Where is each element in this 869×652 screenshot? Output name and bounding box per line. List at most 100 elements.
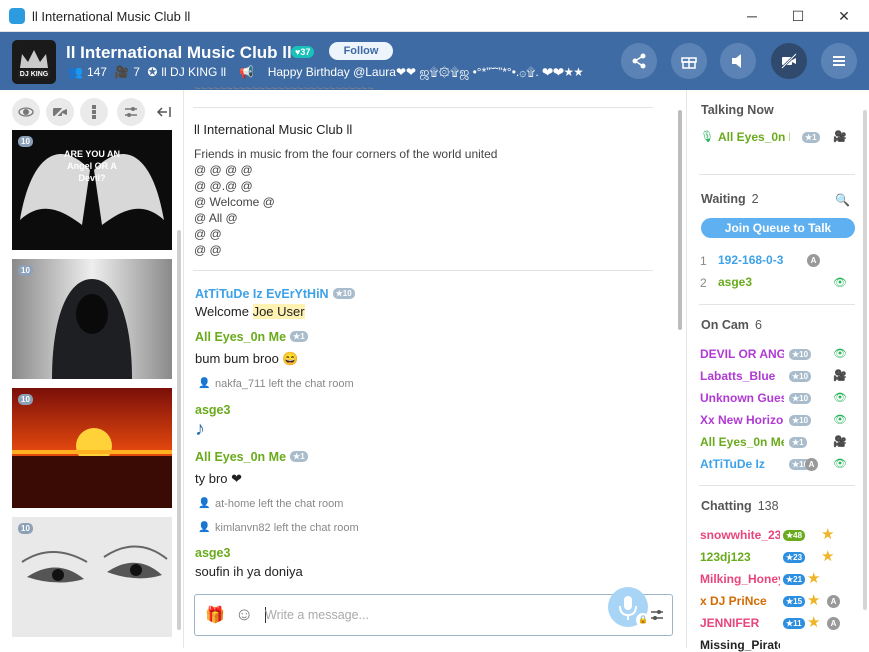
system-message: nakfa_711 left the chat room (198, 378, 354, 390)
cam-thumbnail[interactable]: 10 (12, 517, 172, 637)
message-nick[interactable]: All Eyes_0n Me ★1 (195, 450, 308, 464)
user-name: All Eyes_0n Me (700, 435, 784, 449)
minimize-button[interactable]: ─ (729, 4, 775, 28)
eyes-sketch-image (21, 545, 168, 583)
divider (699, 485, 855, 486)
room-info-title: ll International Music Club ll (194, 122, 353, 137)
cams-count: 7 (133, 65, 140, 79)
nick-text: All Eyes_0n Me (195, 450, 287, 464)
waiting-title: Waiting (701, 192, 746, 206)
star-icon: ★ (807, 614, 821, 631)
camera-icon: 🎥 (833, 370, 847, 382)
queue-position: 2 (700, 276, 707, 290)
on-cam-heading: On Cam 6 (701, 318, 762, 332)
cam-thumbnail[interactable]: ARE YOU AN Angel OR A Devil? 10 (12, 130, 172, 250)
message-text: soufin ih ya doniya (195, 564, 303, 579)
chatting-heading: Chatting 138 (701, 499, 779, 513)
cam-thumbnail[interactable]: 10 (12, 388, 172, 508)
level-badge: ★10 (789, 349, 812, 360)
level-value: 1 (300, 332, 305, 341)
eye-icon: 👁 (833, 458, 847, 470)
user-name: DEVIL OR ANGEL (700, 347, 784, 361)
eye-icon: 👁 (833, 414, 847, 426)
search-icon[interactable]: 🔍 (835, 193, 850, 207)
queue-user[interactable]: 192-168-0-3 (718, 253, 783, 267)
window-titlebar: ll International Music Club ll ─ ☐ ✕ (0, 0, 869, 32)
share-button[interactable] (621, 43, 657, 79)
collapse-panel-button[interactable] (150, 98, 178, 126)
camera-panel: ARE YOU AN Angel OR A Devil? 10 10 10 10 (0, 90, 184, 648)
user-list-panel: Talking Now 🎙 All Eyes_0n M ★1 🎥 Waiting… (686, 90, 869, 652)
speaker-button[interactable] (720, 43, 756, 79)
level-value: 10 (342, 289, 352, 298)
scrollbar[interactable] (863, 110, 867, 610)
gift-button[interactable] (671, 43, 707, 79)
level-badge: ★48 (783, 530, 806, 541)
maximize-button[interactable]: ☐ (775, 4, 821, 28)
level-value: 1 (300, 452, 305, 461)
menu-button[interactable] (821, 43, 857, 79)
scrollbar[interactable] (678, 110, 682, 330)
hooded-figure-image (52, 279, 132, 379)
room-logo: DJ KING (12, 40, 56, 84)
owner-icon: ✪ (147, 65, 158, 79)
anonymous-icon: A (805, 458, 818, 471)
view-cams-button[interactable] (12, 98, 40, 126)
talking-now-heading: Talking Now (701, 103, 774, 117)
settings-sliders-button[interactable] (117, 98, 145, 126)
composer-settings-button[interactable] (650, 608, 664, 625)
eye-icon: 👁 (833, 392, 847, 404)
message-nick[interactable]: asge3 (195, 403, 230, 417)
app-icon (9, 8, 25, 24)
message-input[interactable]: Write a message... (265, 608, 369, 622)
gift-icon[interactable]: 🎁 (205, 605, 225, 625)
mention[interactable]: Joe User (252, 304, 305, 319)
cam-thumbnail[interactable]: 10 (12, 259, 172, 379)
talking-user: All Eyes_0n M (718, 130, 790, 144)
lock-icon: 🔒 (636, 613, 650, 627)
chatting-title: Chatting (701, 499, 752, 513)
hide-cams-button[interactable] (46, 98, 74, 126)
camera-off-button[interactable] (771, 43, 807, 79)
speaker-icon (732, 54, 741, 68)
camera-icon: 🎥 (833, 131, 847, 143)
microphone-icon: 🎙 (700, 131, 714, 143)
window-title: ll International Music Club ll (32, 9, 191, 24)
menu-icon (833, 56, 845, 66)
sliders-icon (651, 610, 663, 620)
eye-group-icon (18, 107, 34, 117)
message-composer: 🎁 ☺ Write a message... 🔒 (194, 587, 673, 636)
divider (193, 270, 653, 271)
emoji-icon[interactable]: ☺ (235, 604, 253, 625)
message-nick[interactable]: All Eyes_0n Me ★1 (195, 330, 308, 344)
eye-icon: 👁 (833, 348, 847, 360)
join-queue-button[interactable]: Join Queue to Talk (701, 218, 855, 238)
follow-button[interactable]: Follow (329, 42, 393, 60)
level-badge: ★21 (783, 574, 806, 585)
users-count: 147 (86, 65, 107, 79)
level-badge: ★1 (789, 437, 807, 448)
user-name: JENNIFER (700, 616, 760, 630)
message-nick[interactable]: asge3 (195, 546, 230, 560)
star-icon: ★ (807, 592, 821, 609)
queue-user[interactable]: asge3 (718, 275, 752, 289)
message-body: Welcome (195, 304, 253, 319)
room-badge: ♥37 (291, 46, 315, 58)
user-name: Xx New Horizon (700, 413, 784, 427)
chat-area: ~~~~~~~~~~~~~~~~~~~~~~~~~~~~ ll Internat… (185, 83, 685, 648)
scrollbar[interactable] (177, 230, 181, 630)
layout-button[interactable] (80, 98, 108, 126)
star-icon: ★ (821, 526, 835, 543)
nick-text: All Eyes_0n Me (195, 330, 287, 344)
divider (193, 107, 653, 108)
level-badge: 10 (18, 136, 33, 147)
level-badge: ★10 (332, 288, 355, 299)
user-name: Milking_Honey (700, 572, 780, 586)
sunset-image (12, 428, 172, 508)
microphone-button[interactable]: 🔒 (608, 587, 650, 627)
chatting-count: 138 (757, 499, 779, 513)
close-button[interactable]: ✕ (821, 4, 867, 28)
vertical-dots-icon (92, 105, 96, 119)
message-nick[interactable]: AtTiTuDe Iz EvErYtHiN ★10 (195, 287, 355, 301)
level-badge: 10 (18, 394, 33, 405)
